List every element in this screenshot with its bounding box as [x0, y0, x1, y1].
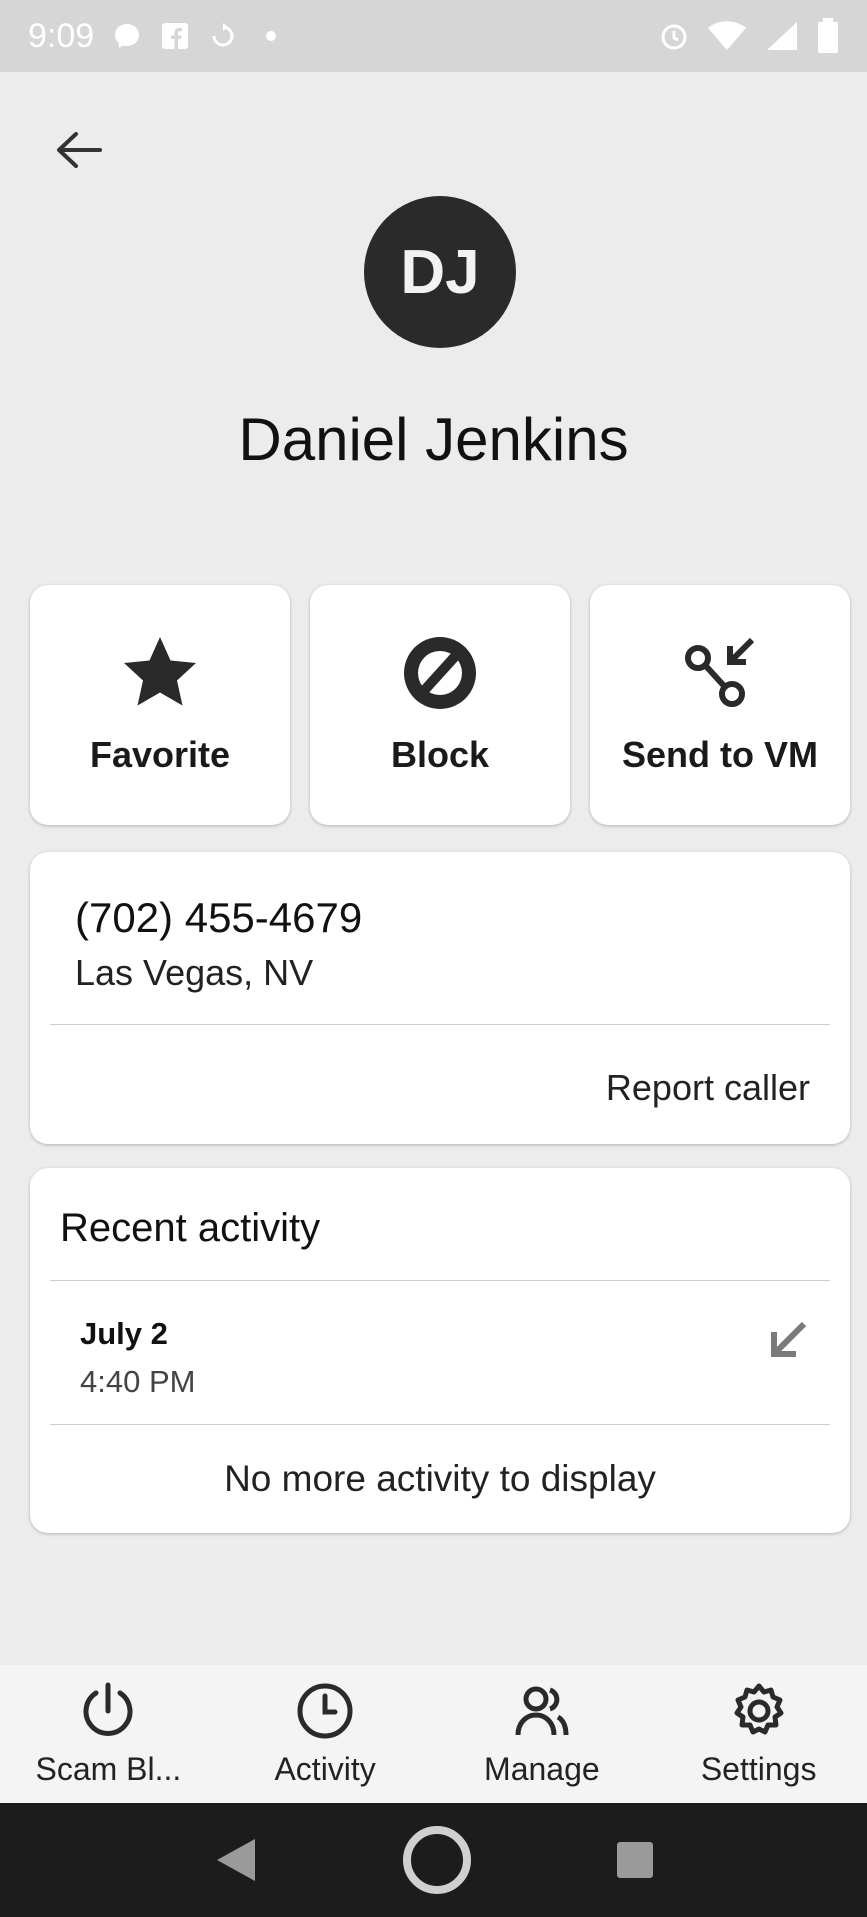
- back-button[interactable]: [48, 120, 108, 180]
- facebook-icon: [160, 21, 190, 51]
- status-left: 9:09: [28, 17, 286, 56]
- nav-manage-label: Manage: [484, 1750, 600, 1787]
- activity-item-divider: [50, 1424, 830, 1425]
- phone-number[interactable]: (702) 455-4679: [75, 894, 362, 942]
- send-to-vm-label: Send to VM: [622, 734, 818, 775]
- activity-title-divider: [50, 1280, 830, 1281]
- report-caller-button[interactable]: Report caller: [606, 1067, 810, 1109]
- avatar-initials: DJ: [400, 237, 480, 307]
- recent-activity-title: Recent activity: [60, 1206, 321, 1250]
- system-home-icon[interactable]: [399, 1822, 475, 1898]
- status-time: 9:09: [28, 16, 95, 55]
- people-icon: [515, 1686, 569, 1735]
- power-icon: [83, 1682, 133, 1736]
- avatar: DJ: [364, 196, 516, 348]
- block-button[interactable]: Block: [310, 585, 570, 825]
- nav-scam-blocker-label: Scam Bl...: [35, 1750, 182, 1787]
- alarm-icon: [659, 21, 689, 51]
- sync-icon: [208, 21, 238, 51]
- activity-time: 4:40 PM: [80, 1364, 196, 1399]
- send-to-vm-button[interactable]: Send to VM: [590, 585, 850, 825]
- bottom-navigation: Scam Bl... Activity Manage Settings: [0, 1665, 867, 1803]
- no-more-activity-text: No more activity to display: [224, 1458, 656, 1499]
- activity-date: July 2: [80, 1316, 168, 1351]
- nav-settings[interactable]: Settings: [654, 1681, 864, 1788]
- battery-icon: [817, 18, 839, 54]
- block-icon: [404, 637, 476, 709]
- messenger-icon: [112, 21, 142, 51]
- system-back-icon[interactable]: [213, 1835, 259, 1885]
- favorite-button[interactable]: Favorite: [30, 585, 290, 825]
- clock-icon: [297, 1683, 353, 1738]
- nav-settings-label: Settings: [700, 1750, 817, 1787]
- recent-activity-card: Recent activity July 2 4:40 PM No more a…: [30, 1168, 850, 1533]
- contact-name: Daniel Jenkins: [238, 406, 629, 473]
- star-icon: [124, 637, 196, 706]
- gear-icon: [734, 1683, 784, 1734]
- block-label: Block: [390, 734, 490, 775]
- status-bar: 9:09: [0, 0, 867, 72]
- wifi-icon: [707, 21, 747, 51]
- favorite-label: Favorite: [89, 734, 231, 775]
- nav-manage[interactable]: Manage: [437, 1681, 647, 1788]
- phone-card: (702) 455-4679 Las Vegas, NV Report call…: [30, 852, 850, 1144]
- cell-signal-icon: [765, 20, 799, 52]
- phone-card-divider: [50, 1024, 830, 1025]
- phone-location: Las Vegas, NV: [75, 952, 314, 993]
- voicemail-forward-icon: [685, 637, 755, 707]
- action-buttons: Favorite Block Send to VM: [30, 585, 850, 825]
- nav-activity-label: Activity: [274, 1750, 376, 1787]
- status-right: [659, 18, 839, 54]
- system-recents-icon[interactable]: [615, 1840, 655, 1880]
- back-arrow-icon: [57, 132, 102, 168]
- notification-dot-icon: [256, 21, 286, 51]
- system-navigation-bar: [0, 1803, 867, 1917]
- incoming-call-arrow-icon: [771, 1321, 807, 1357]
- nav-activity[interactable]: Activity: [220, 1681, 430, 1788]
- nav-scam-blocker[interactable]: Scam Bl...: [3, 1681, 213, 1788]
